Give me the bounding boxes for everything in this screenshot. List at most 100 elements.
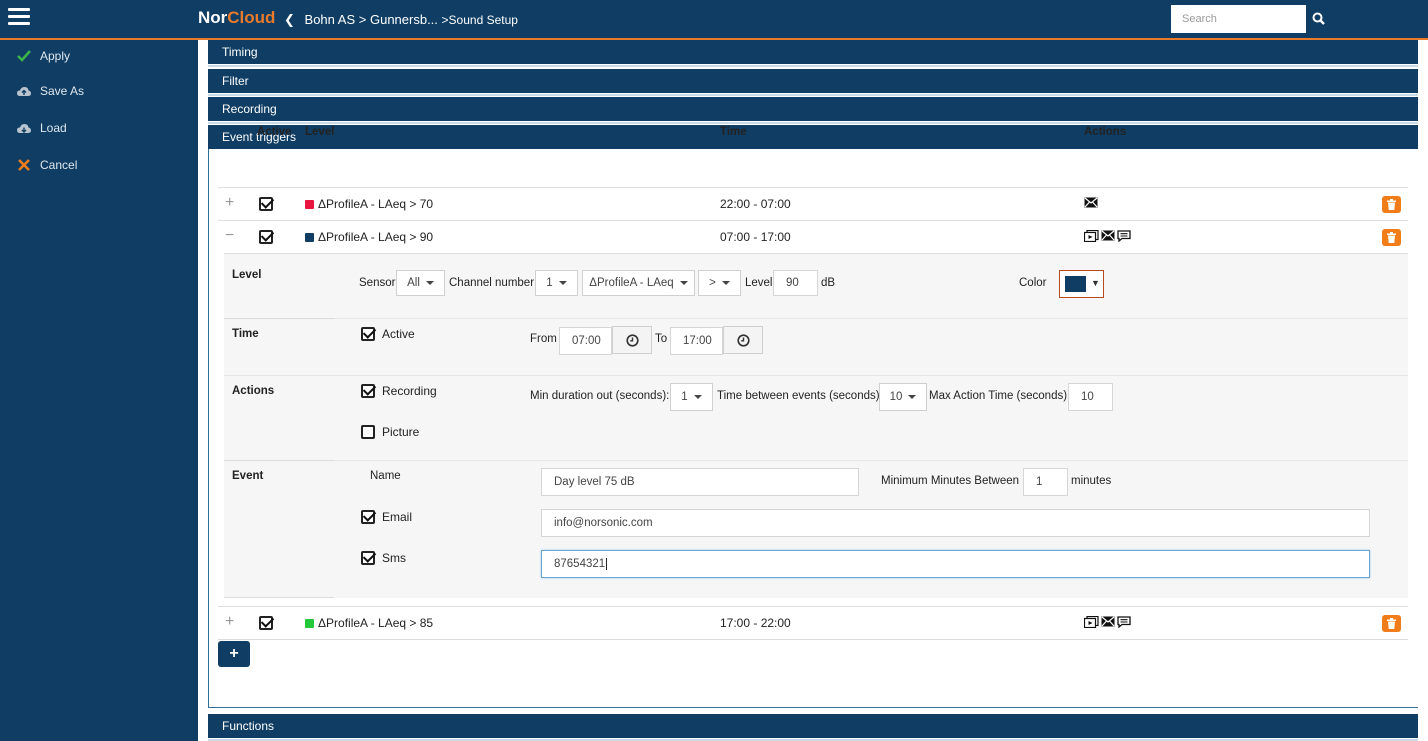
min-duration-select[interactable]: 1 [670, 383, 713, 411]
load-button[interactable]: Load [16, 119, 67, 137]
active-checkbox[interactable] [259, 230, 273, 244]
search-input[interactable] [1171, 5, 1306, 33]
caret-down-icon [425, 281, 434, 285]
to-clock-button[interactable] [723, 326, 763, 354]
delete-trigger-button[interactable] [1382, 615, 1401, 632]
color-swatch [305, 199, 314, 209]
caret-down-icon [721, 281, 730, 285]
recording-checkbox[interactable]: Recording [361, 384, 437, 398]
to-time-input[interactable]: 17:00 [670, 327, 723, 355]
trigger-time: 07:00 - 17:00 [720, 230, 791, 244]
caret-down-icon [693, 395, 702, 399]
caret-down-icon: ▼ [1091, 278, 1100, 288]
x-icon [16, 157, 32, 173]
color-picker[interactable]: ▼ [1059, 270, 1104, 298]
breadcrumb-item-current: >Sound Setup [441, 13, 518, 27]
level-input[interactable]: 90 [773, 270, 818, 296]
from-time-input[interactable]: 07:00 [559, 327, 612, 355]
apply-button[interactable]: Apply [16, 47, 70, 65]
delete-trigger-button[interactable] [1382, 196, 1401, 213]
level-label: Level [745, 277, 773, 289]
operator-select[interactable]: > [698, 270, 741, 296]
breadcrumb: ❮ Bohn AS > Gunnersb... >Sound Setup [284, 12, 518, 28]
channel-number-label: Channel number [449, 277, 535, 289]
caret-down-icon [558, 281, 567, 285]
delete-trigger-button[interactable] [1382, 229, 1401, 246]
table-row[interactable]: − ΔProfileA - LAeq > 90 07:00 - 17:00 [218, 220, 1408, 253]
cloud-upload-icon [16, 83, 32, 99]
add-trigger-button[interactable]: + [218, 641, 250, 667]
section-functions[interactable]: Functions [208, 714, 1422, 741]
sms-checkbox[interactable]: Sms [361, 551, 406, 565]
chevron-left-icon[interactable]: ❮ [284, 12, 295, 27]
expand-toggle[interactable]: + [225, 613, 234, 631]
detail-label-actions: Actions [232, 385, 275, 397]
top-bar: NorCloud ❮ Bohn AS > Gunnersb... >Sound … [0, 0, 1428, 40]
level-unit: dB [821, 277, 836, 289]
column-header-active: Active [257, 126, 292, 138]
sms-icon [1117, 616, 1131, 628]
trigger-level: ΔProfileA - LAeq > 85 [318, 616, 434, 630]
time-active-checkbox[interactable]: Active [361, 327, 415, 341]
active-checkbox[interactable] [259, 197, 273, 211]
min-minutes-input[interactable]: 1 [1023, 468, 1068, 496]
max-action-input[interactable]: 10 [1068, 383, 1113, 411]
time-between-select[interactable]: 10 [879, 383, 927, 411]
trigger-level: ΔProfileA - LAeq > 70 [318, 197, 434, 211]
min-duration-label: Min duration out (seconds): [530, 390, 670, 402]
sensor-label: Sensor [359, 277, 396, 289]
sms-input[interactable]: 87654321 [541, 550, 1370, 578]
brand-logo[interactable]: NorCloud [198, 8, 275, 28]
search-icon[interactable] [1311, 11, 1327, 27]
section-event-triggers[interactable]: Event triggers [208, 125, 1422, 152]
email-input[interactable]: info@norsonic.com [541, 509, 1370, 537]
video-icon [1084, 616, 1099, 628]
column-header-actions: Actions [1084, 126, 1127, 138]
video-icon [1084, 230, 1099, 242]
section-filter[interactable]: Filter [208, 69, 1422, 96]
trash-icon [1387, 618, 1396, 629]
collapse-toggle[interactable]: − [225, 227, 234, 245]
menu-icon[interactable] [8, 8, 30, 26]
sms-icon [1117, 230, 1131, 242]
breadcrumb-separator: > [358, 12, 367, 27]
trigger-time: 17:00 - 22:00 [720, 616, 791, 630]
cancel-button[interactable]: Cancel [16, 156, 77, 174]
clock-icon [625, 333, 639, 347]
table-row[interactable]: + ΔProfileA - LAeq > 70 22:00 - 07:00 [218, 187, 1408, 220]
expand-toggle[interactable]: + [225, 194, 234, 212]
trash-icon [1387, 232, 1396, 243]
from-label: From [530, 333, 557, 345]
color-swatch [305, 618, 314, 628]
time-between-label: Time between events (seconds): [717, 390, 883, 402]
caret-down-icon [679, 281, 688, 285]
table-row[interactable]: + ΔProfileA - LAeq > 85 17:00 - 22:00 [218, 606, 1408, 639]
sidebar: Apply Save As Load Cancel [0, 40, 198, 741]
detail-label-level: Level [232, 269, 262, 281]
color-swatch [1065, 276, 1086, 292]
detail-label-time: Time [232, 328, 259, 340]
active-checkbox[interactable] [259, 616, 273, 630]
sensor-select[interactable]: All [396, 270, 445, 296]
color-label: Color [1019, 277, 1047, 289]
section-recording[interactable]: Recording [208, 97, 1422, 124]
profile-select[interactable]: ΔProfileA - LAeq [582, 270, 695, 296]
scrollbar[interactable] [1418, 40, 1428, 741]
max-action-label: Max Action Time (seconds): [929, 390, 1071, 402]
email-icon [1101, 230, 1115, 241]
breadcrumb-item-company[interactable]: Bohn AS [305, 12, 356, 27]
picture-checkbox[interactable]: Picture [361, 425, 419, 439]
column-header-level: Level [305, 126, 335, 138]
from-clock-button[interactable] [612, 326, 652, 354]
breadcrumb-item-site[interactable]: Gunnersb... [370, 12, 438, 27]
to-label: To [655, 333, 668, 345]
detail-label-event: Event [232, 470, 264, 482]
section-timing[interactable]: Timing [208, 40, 1422, 67]
save-as-button[interactable]: Save As [16, 82, 84, 100]
channel-number-select[interactable]: 1 [535, 270, 578, 296]
email-icon [1084, 197, 1098, 208]
check-icon [16, 48, 32, 64]
clock-icon [736, 333, 750, 347]
email-checkbox[interactable]: Email [361, 510, 412, 524]
event-name-input[interactable]: Day level 75 dB [541, 468, 859, 496]
